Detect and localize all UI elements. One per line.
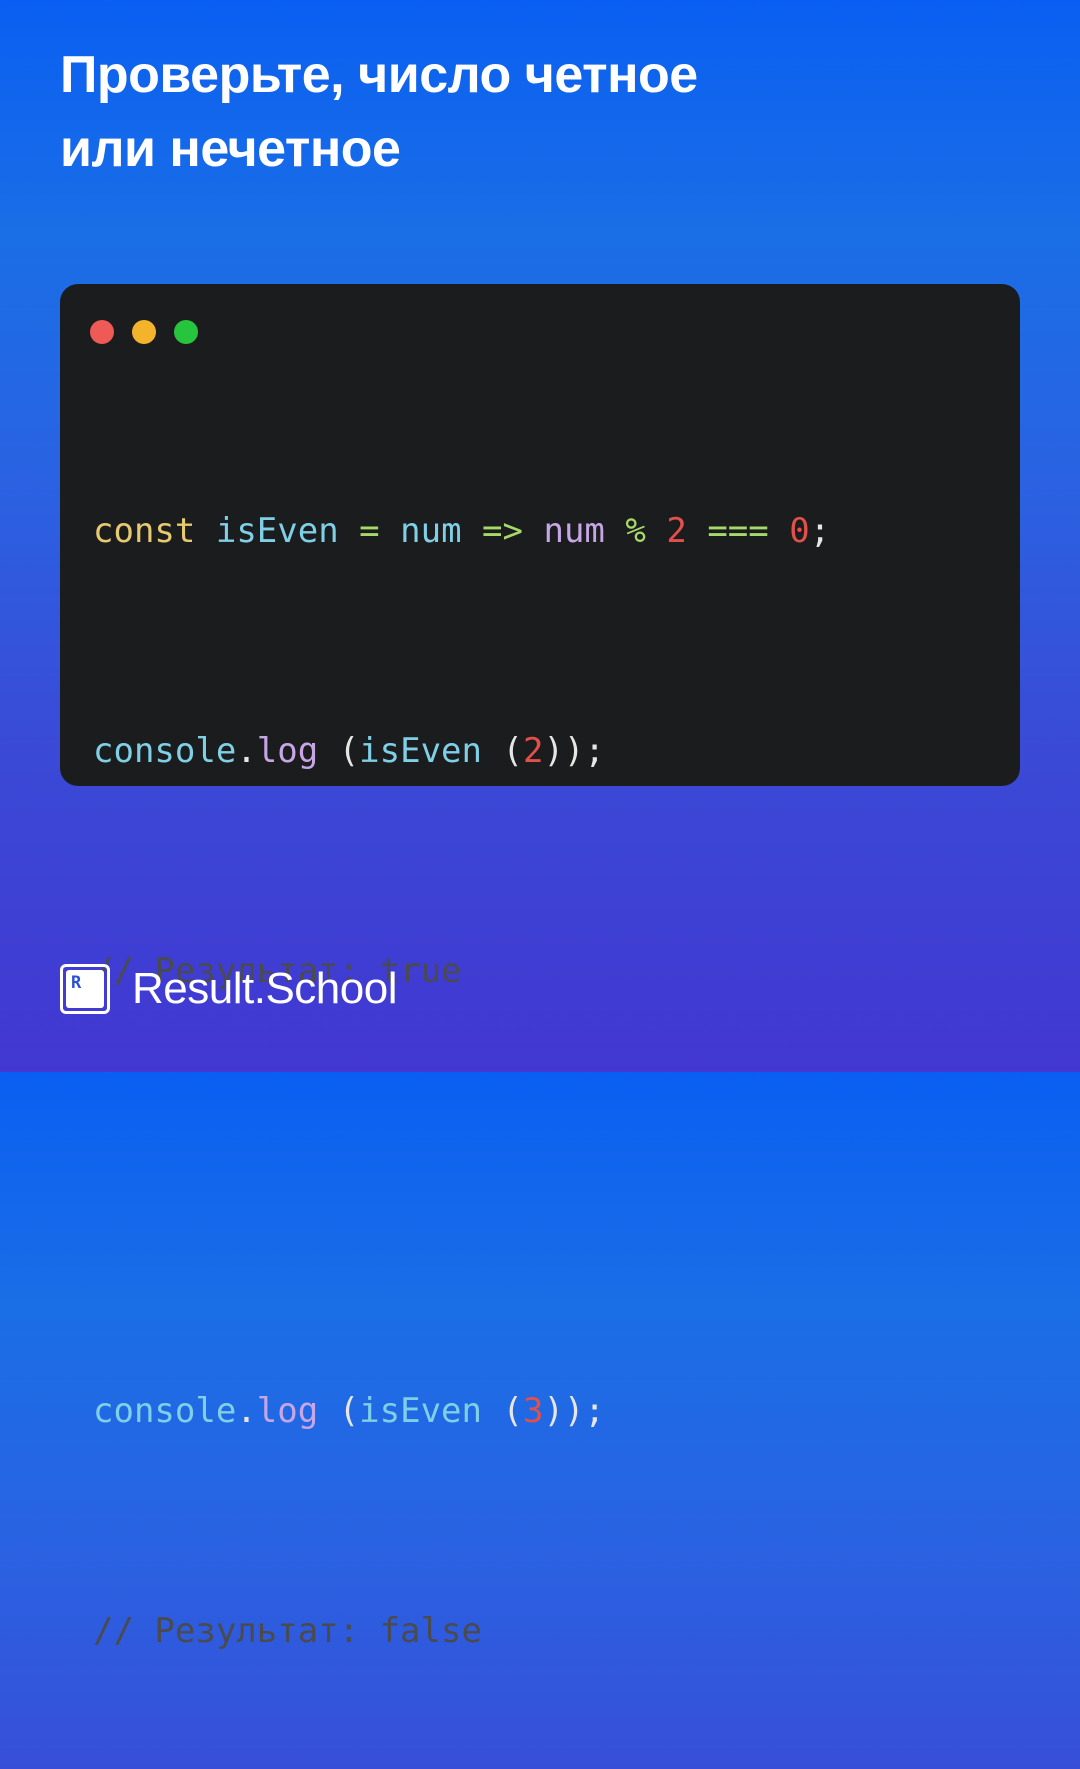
- paren-close-semicolon: ));: [543, 731, 605, 771]
- operator-arrow: =>: [482, 511, 523, 551]
- number-two: 2: [666, 511, 687, 551]
- identifier-isEven: isEven: [215, 511, 339, 551]
- object-console: console: [93, 731, 237, 771]
- logo-letter: R: [66, 970, 104, 1008]
- comment-result-false: // Результат: false: [93, 1611, 482, 1651]
- argument-3: 3: [522, 1391, 544, 1431]
- number-zero: 0: [789, 511, 810, 551]
- code-line-2: console.log (isEven (2));: [93, 724, 830, 779]
- param-num: num: [400, 511, 462, 551]
- code-line-1: const isEven = num => num % 2 === 0;: [93, 504, 830, 559]
- operator-strict-equal: ===: [707, 511, 769, 551]
- object-console: console: [93, 1391, 237, 1431]
- close-dot-icon: [90, 320, 114, 344]
- keyword-const: const: [93, 511, 196, 551]
- brand: R Result.School: [60, 962, 397, 1016]
- paren-open: (: [338, 1391, 360, 1431]
- maximize-dot-icon: [174, 320, 198, 344]
- brand-name: Result.School: [132, 964, 397, 1013]
- call-isEven: isEven: [359, 1391, 482, 1431]
- title-line-1: Проверьте, число четное: [60, 46, 698, 104]
- paren-open: (: [338, 731, 360, 771]
- dot: .: [236, 731, 257, 771]
- operator-modulo: %: [625, 511, 646, 551]
- paren-open: (: [502, 731, 523, 771]
- argument-2: 2: [522, 731, 544, 771]
- window-controls: [90, 320, 198, 344]
- operator-assign: =: [359, 511, 380, 551]
- code-block: const isEven = num => num % 2 === 0; con…: [93, 394, 830, 1769]
- code-window: const isEven = num => num % 2 === 0; con…: [60, 284, 1020, 1651]
- paren-open: (: [502, 1391, 523, 1431]
- semicolon: ;: [809, 511, 831, 551]
- call-isEven: isEven: [359, 731, 482, 771]
- variable-num: num: [543, 511, 605, 551]
- method-log: log: [256, 1391, 319, 1431]
- dot: .: [236, 1391, 257, 1431]
- title-line-2: или нечетное: [60, 120, 401, 178]
- page-title: Проверьте, число четное или нечетное: [60, 38, 1020, 186]
- method-log: log: [256, 731, 319, 771]
- paren-close-semicolon: ));: [543, 1391, 605, 1431]
- code-line-5: console.log (isEven (3));: [93, 1384, 830, 1439]
- minimize-dot-icon: [132, 320, 156, 344]
- result-school-logo-icon: R: [60, 964, 110, 1014]
